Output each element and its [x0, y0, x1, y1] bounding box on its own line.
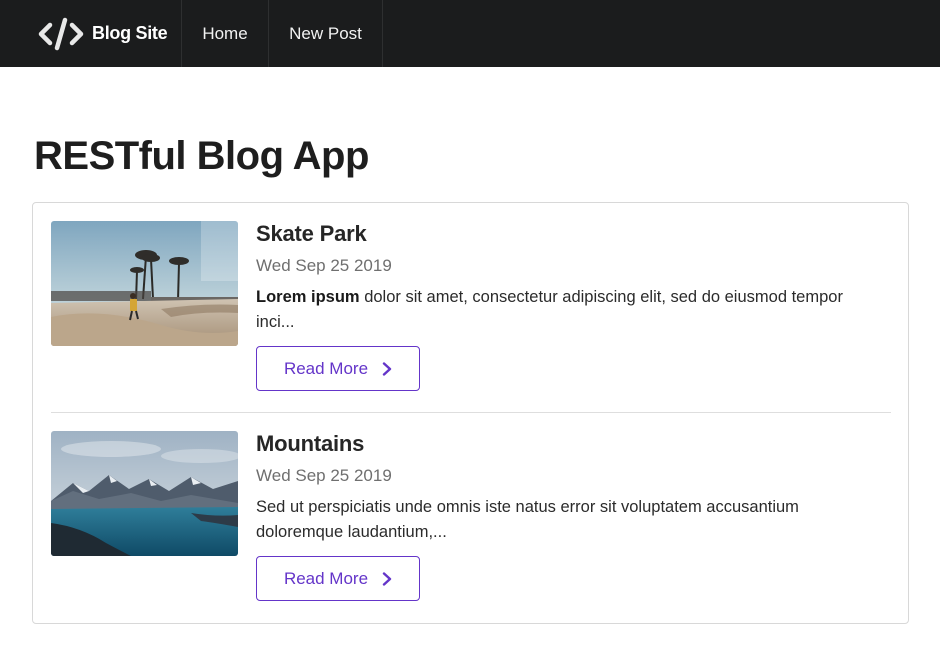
read-more-label: Read More — [283, 568, 369, 588]
read-more-button[interactable]: Read More — [256, 346, 420, 391]
chevron-right-icon — [382, 361, 392, 376]
post-list: Skate Park Wed Sep 25 2019 Lorem ipsum d… — [32, 202, 909, 624]
post-excerpt: Lorem ipsum dolor sit amet, consectetur … — [256, 285, 881, 335]
post-item: Mountains Wed Sep 25 2019 Sed ut perspic… — [51, 431, 891, 601]
read-more-label: Read More — [283, 358, 369, 378]
brand-label: Blog Site — [92, 23, 168, 43]
post-divider — [51, 412, 891, 413]
top-navbar: Blog Site Home New Post — [0, 0, 940, 67]
post-title: Skate Park — [256, 221, 367, 246]
skate-park-photo[interactable] — [51, 221, 238, 346]
nav-home-link[interactable]: Home — [182, 0, 269, 67]
mountains-photo[interactable] — [51, 431, 238, 556]
code-icon — [38, 17, 84, 51]
post-date: Wed Sep 25 2019 — [256, 256, 392, 275]
post-title: Mountains — [256, 431, 365, 456]
post-excerpt-bold: Lorem ipsum — [256, 288, 360, 306]
post-excerpt-text: Sed ut perspiciatis unde omnis iste natu… — [256, 498, 799, 541]
post-item: Skate Park Wed Sep 25 2019 Lorem ipsum d… — [51, 221, 891, 391]
page-title: RESTful Blog App — [34, 134, 369, 178]
brand-link[interactable]: Blog Site — [0, 0, 182, 67]
read-more-button[interactable]: Read More — [256, 556, 420, 601]
chevron-right-icon — [382, 571, 392, 586]
post-excerpt: Sed ut perspiciatis unde omnis iste natu… — [256, 495, 881, 545]
post-date: Wed Sep 25 2019 — [256, 466, 392, 485]
nav-new-post-link[interactable]: New Post — [269, 0, 383, 67]
